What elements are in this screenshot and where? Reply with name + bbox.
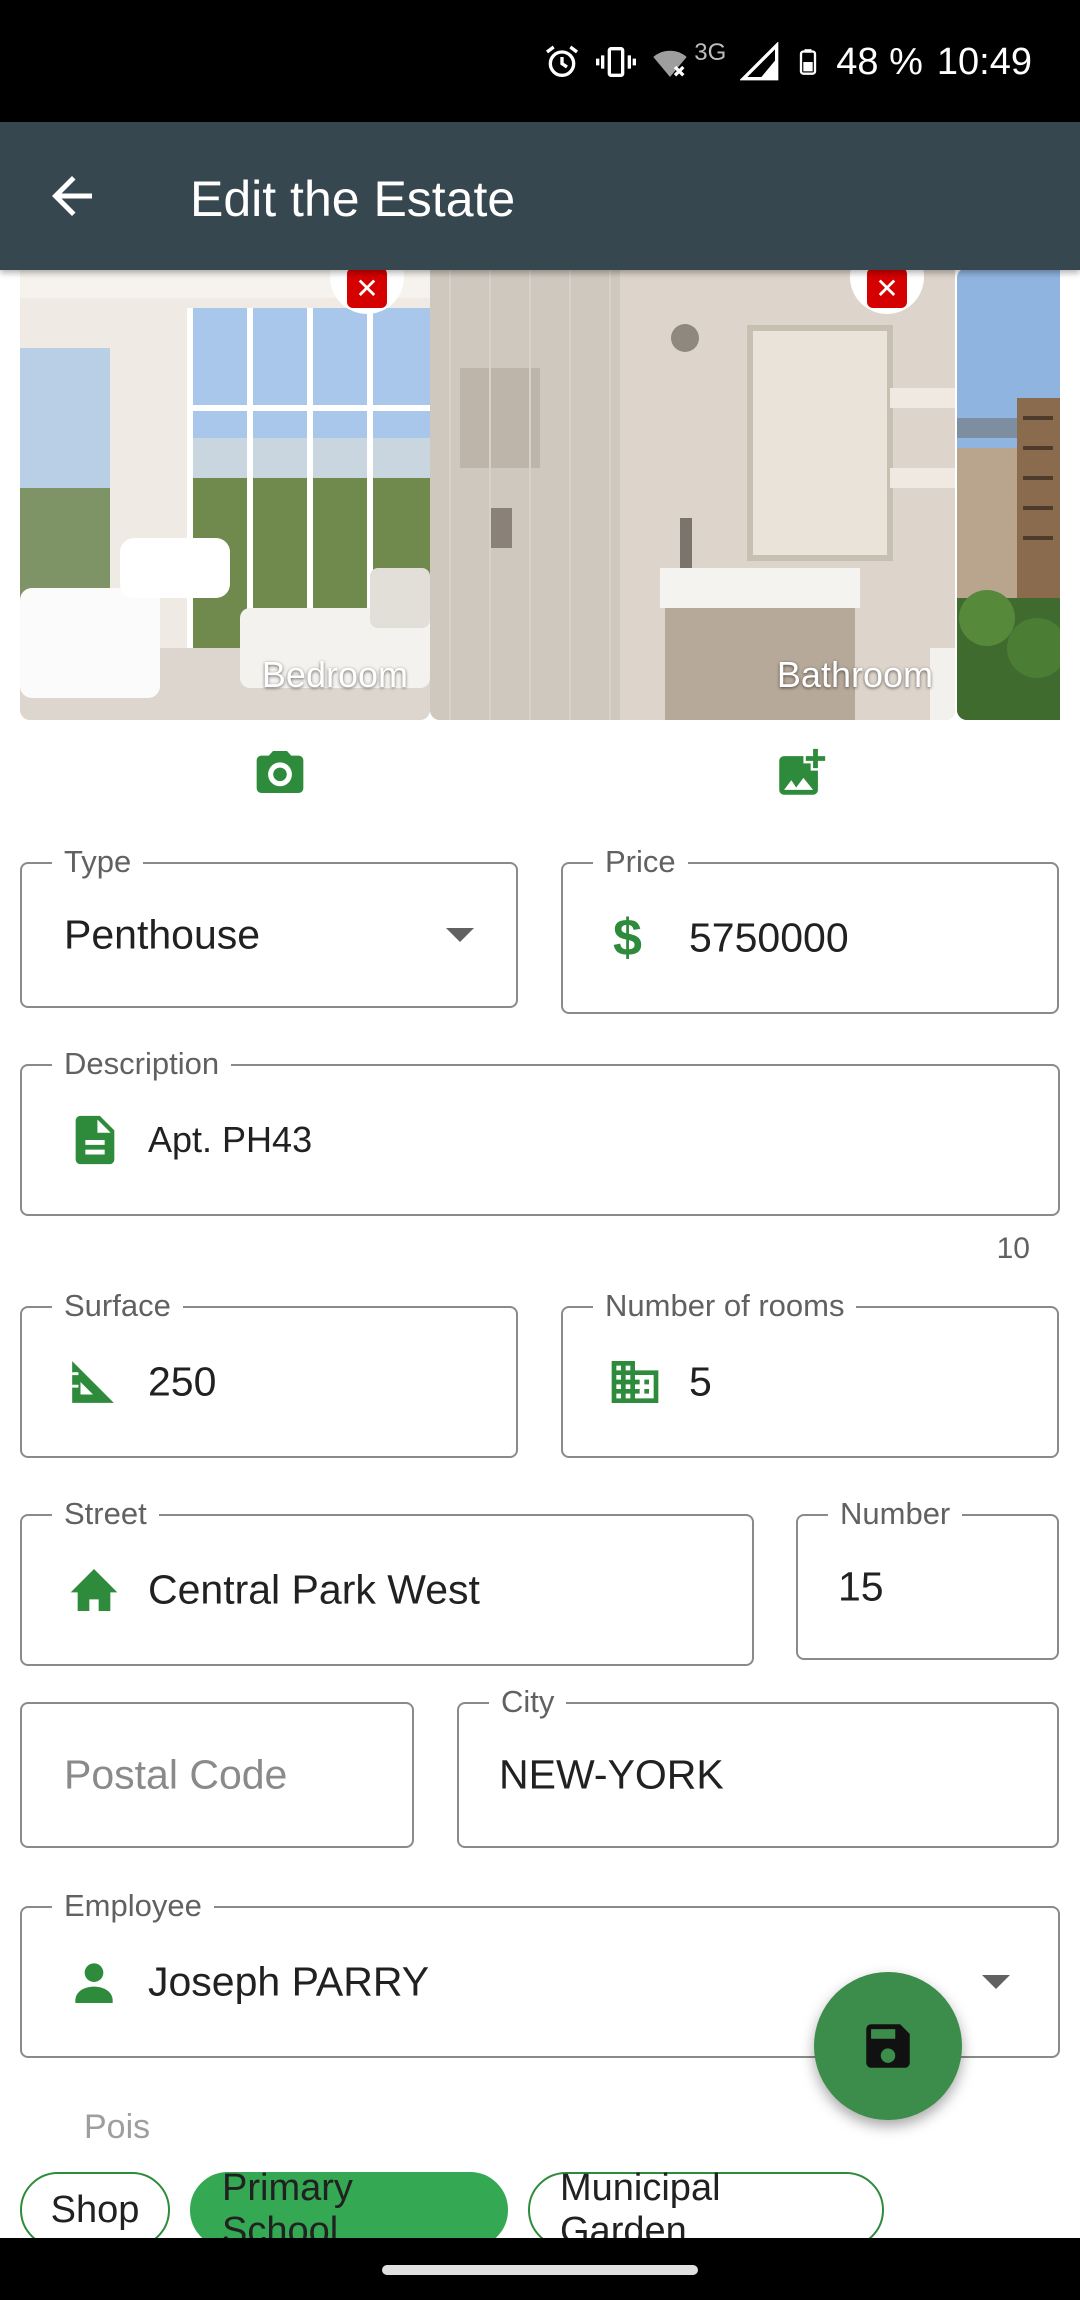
app-bar: Edit the Estate — [0, 122, 1080, 270]
house-icon — [70, 1569, 118, 1611]
number-value: 15 — [838, 1563, 884, 1610]
chip-municipal-garden[interactable]: Municipal Garden — [528, 2167, 884, 2252]
photo-view[interactable] — [957, 268, 1060, 720]
chevron-down-icon — [446, 928, 474, 942]
pois-label: Pois — [84, 2108, 151, 2146]
status-bar: 3G 48 % 10:49 — [0, 0, 1080, 122]
home-gesture-handle[interactable] — [382, 2265, 698, 2275]
set-square-icon — [72, 1361, 114, 1403]
street-value: Central Park West — [148, 1566, 480, 1613]
type-label: Type — [52, 844, 144, 880]
gallery-actions — [0, 744, 1080, 804]
description-label: Description — [52, 1046, 232, 1082]
price-field[interactable]: Price $ 5750000 — [561, 844, 1059, 1014]
postal-code-field[interactable]: Postal Code — [20, 1702, 414, 1848]
type-value: Penthouse — [64, 911, 261, 958]
clock: 10:49 — [936, 40, 1032, 83]
network-type: 3G — [694, 39, 727, 66]
street-label: Street — [52, 1496, 159, 1532]
vibrate-icon — [596, 47, 637, 77]
bathroom-image — [430, 268, 955, 720]
battery-level: 48 % — [836, 40, 923, 83]
save-icon — [866, 2024, 910, 2068]
photo-caption: Bedroom — [261, 654, 408, 695]
rooms-field[interactable]: Number of rooms 5 — [561, 1288, 1059, 1458]
arrow-left-icon[interactable] — [42, 166, 102, 226]
description-value: Apt. PH43 — [148, 1119, 313, 1160]
building-icon — [611, 1361, 659, 1403]
person-icon — [75, 1963, 113, 2003]
camera-icon[interactable] — [250, 744, 310, 800]
dollar-icon: $ — [613, 909, 642, 967]
add-photo-icon[interactable] — [772, 744, 830, 802]
description-counter: 10 — [996, 1232, 1030, 1265]
surface-label: Surface — [52, 1288, 183, 1324]
page-title: Edit the Estate — [190, 171, 516, 227]
employee-label: Employee — [52, 1888, 214, 1924]
street-field[interactable]: Street Central Park West — [20, 1496, 754, 1666]
type-select[interactable]: Type Penthouse — [20, 844, 518, 1008]
bedroom-image — [20, 268, 430, 720]
rooms-label: Number of rooms — [593, 1288, 857, 1324]
rooms-value: 5 — [689, 1358, 712, 1405]
chip-primary-school[interactable]: Primary School — [190, 2167, 508, 2252]
photo-caption: Bathroom — [776, 654, 933, 695]
city-view-image — [957, 268, 1060, 720]
photo-gallery[interactable]: Bedroom ✕ Bathroom ✕ — [20, 268, 1060, 720]
postal-code-placeholder: Postal Code — [64, 1751, 288, 1798]
chevron-down-icon — [982, 1975, 1010, 1989]
number-label: Number — [828, 1496, 963, 1532]
city-label: City — [489, 1684, 567, 1720]
description-field[interactable]: Description Apt. PH43 — [20, 1046, 1060, 1216]
save-button[interactable] — [814, 1972, 962, 2120]
close-icon: ✕ — [347, 268, 387, 308]
photo-bedroom[interactable]: Bedroom ✕ — [20, 268, 430, 720]
navigation-bar — [0, 2238, 1080, 2300]
city-field[interactable]: City NEW-YORK — [457, 1684, 1059, 1848]
price-label: Price — [593, 844, 688, 880]
city-value: NEW-YORK — [499, 1751, 724, 1798]
employee-value: Joseph PARRY — [148, 1958, 430, 2005]
chip-shop[interactable]: Shop — [20, 2172, 170, 2248]
battery-icon — [800, 49, 817, 75]
alarm-icon — [546, 45, 579, 77]
wifi-off-icon — [653, 50, 687, 77]
surface-field[interactable]: Surface 250 — [20, 1288, 518, 1458]
price-value: 5750000 — [689, 914, 849, 961]
signal-icon — [740, 42, 779, 81]
close-icon: ✕ — [867, 268, 907, 308]
surface-value: 250 — [148, 1358, 217, 1405]
photo-bathroom[interactable]: Bathroom ✕ — [430, 268, 955, 720]
document-icon — [75, 1115, 115, 1165]
number-field[interactable]: Number 15 — [796, 1496, 1059, 1660]
